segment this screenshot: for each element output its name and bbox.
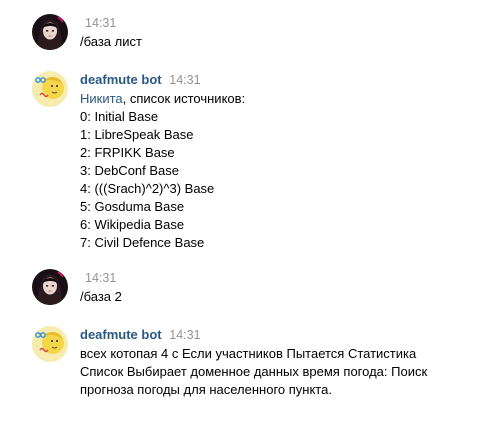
author-name[interactable]: deafmute bot [80, 327, 162, 342]
user-avatar-icon [32, 269, 68, 305]
user-avatar[interactable] [32, 14, 68, 50]
message-header: 14:31 [80, 270, 116, 286]
source-list-item: 7: Civil Defence Base [80, 235, 205, 250]
message-header: 14:31 [80, 15, 116, 31]
message-line: /база лист [80, 34, 142, 49]
message-line: прогноза погоды для населенного пункта. [80, 382, 332, 397]
bot-avatar[interactable] [32, 71, 68, 107]
message-time: 14:31 [169, 73, 201, 87]
message-line: Список Выбирает доменное данных время по… [80, 364, 428, 379]
source-list-item: 3: DebConf Base [80, 163, 180, 178]
message-line: всех котопая 4 с Если участников Пытаетс… [80, 346, 417, 361]
message-intro-text: , список источников: [122, 91, 246, 106]
source-list-item: 2: FRPIKK Base [80, 145, 175, 160]
user-avatar[interactable] [32, 269, 68, 305]
message-time: 14:31 [85, 271, 117, 285]
source-list-item: 6: Wikipedia Base [80, 217, 185, 232]
message-time: 14:31 [169, 328, 201, 342]
bot-avatar[interactable] [32, 326, 68, 362]
bot-avatar-icon [32, 326, 68, 362]
message-text: всех котопая 4 с Если участников Пытаетс… [80, 345, 480, 399]
message-line: /база 2 [80, 289, 122, 304]
message-text: Никита, список источников: 0: Initial Ba… [80, 90, 480, 252]
source-list-item: 1: LibreSpeak Base [80, 127, 194, 142]
source-list-item: 4: (((Srach)^2)^3) Base [80, 181, 215, 196]
message-intro-line: Никита, список источников: [80, 90, 480, 108]
source-list-item: 0: Initial Base [80, 109, 159, 124]
message-header: deafmute bot 14:31 [80, 327, 201, 343]
message-header: deafmute bot 14:31 [80, 72, 201, 88]
mention-link[interactable]: Никита [80, 91, 123, 106]
message-text: /база 2 [80, 288, 480, 306]
message-time: 14:31 [85, 16, 117, 30]
bot-avatar-icon [32, 71, 68, 107]
source-list-item: 5: Gosduma Base [80, 199, 185, 214]
user-avatar-icon [32, 14, 68, 50]
message-text: /база лист [80, 33, 480, 51]
author-name[interactable]: deafmute bot [80, 72, 162, 87]
